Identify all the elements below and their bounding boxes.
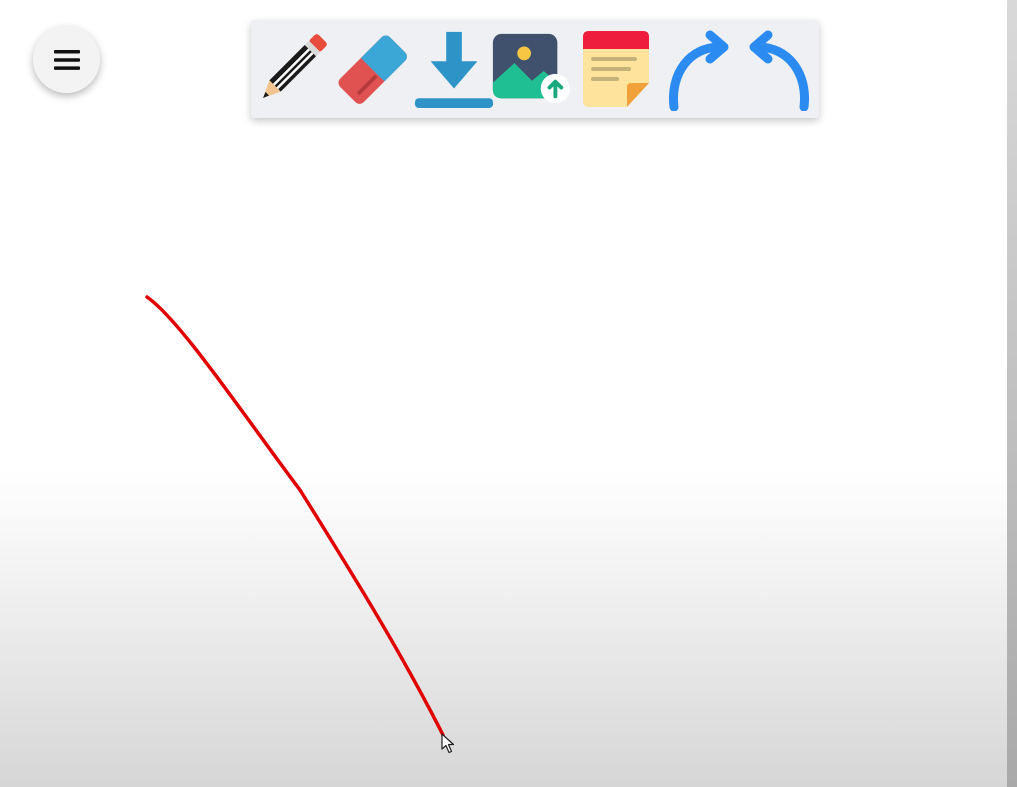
- download-tool-button[interactable]: [413, 24, 495, 114]
- red-drawn-stroke: [145, 295, 445, 737]
- arrow-pointer-icon: [441, 733, 455, 754]
- sticky-note-tool-button[interactable]: [575, 24, 657, 114]
- redo-tool-button[interactable]: [659, 24, 741, 114]
- image-upload-tool-button[interactable]: [489, 24, 571, 114]
- drawing-canvas[interactable]: [0, 0, 1005, 787]
- download-icon: [414, 31, 494, 109]
- sticky-note-icon: [583, 31, 649, 107]
- image-upload-icon: [492, 33, 571, 104]
- toolbar: [251, 20, 819, 118]
- hamburger-menu-icon: [53, 49, 80, 70]
- pencil-tool-button[interactable]: [251, 24, 333, 114]
- menu-button[interactable]: [33, 26, 100, 93]
- eraser-tool-button[interactable]: [331, 24, 413, 114]
- eraser-icon: [338, 35, 407, 104]
- undo-tool-button[interactable]: [737, 24, 819, 114]
- drawn-stroke-layer: [145, 295, 445, 737]
- undo-arrow-icon: [749, 30, 809, 111]
- pencil-icon: [263, 34, 327, 98]
- redo-arrow-icon: [669, 30, 729, 111]
- window-edge-scrollbar[interactable]: [1007, 0, 1017, 787]
